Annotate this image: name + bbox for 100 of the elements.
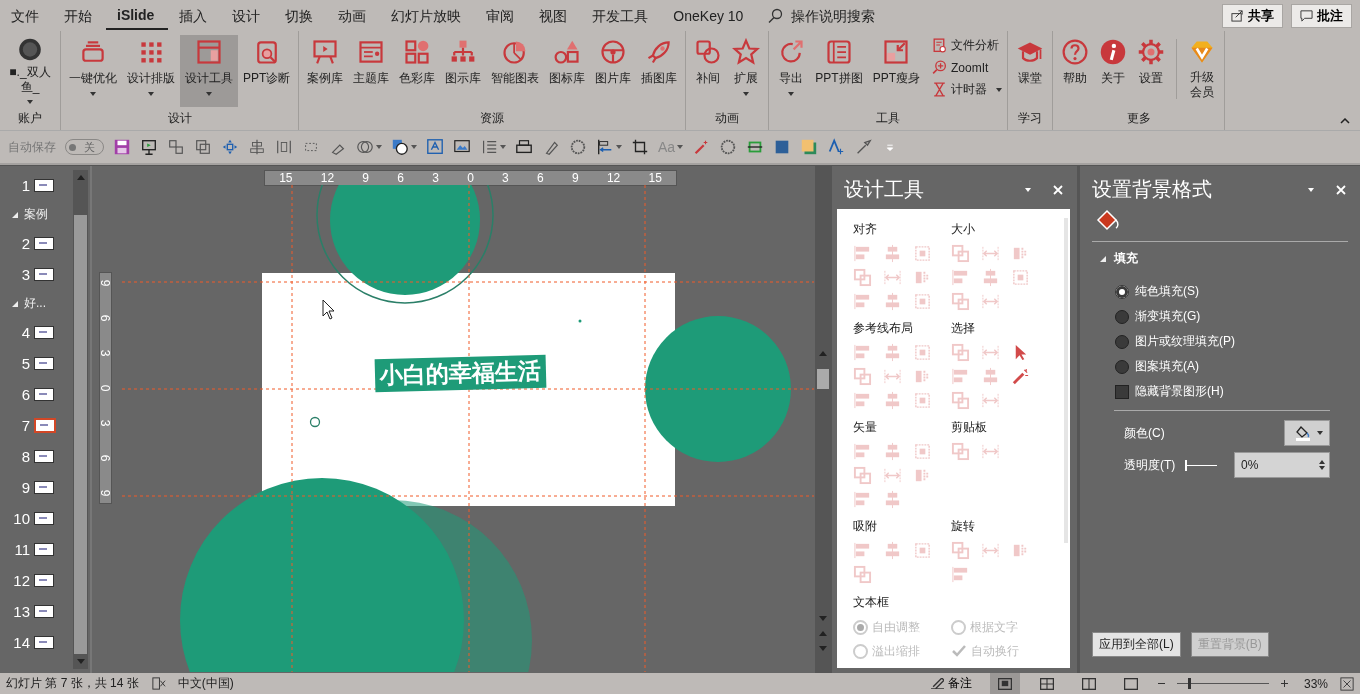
section-title[interactable]: 案例 xyxy=(24,206,48,223)
slide-thumbnail[interactable] xyxy=(34,357,54,370)
panel-menu-caret-icon[interactable] xyxy=(1308,187,1314,192)
slide-thumbnail[interactable] xyxy=(34,450,54,463)
share-button[interactable]: 共享 xyxy=(1222,3,1283,28)
notes-button[interactable]: 备注 xyxy=(924,674,978,693)
slide-thumbnail[interactable] xyxy=(34,237,54,250)
ungroup-icon[interactable] xyxy=(194,138,212,156)
ribbon-button[interactable]: PPT拼图 xyxy=(810,35,868,107)
scrollbar[interactable] xyxy=(815,166,831,673)
ribbon-button[interactable]: 导出 xyxy=(772,35,811,107)
menu-tab[interactable]: iSlide xyxy=(106,1,169,30)
guide-line[interactable] xyxy=(121,281,814,283)
panel-menu-caret-icon[interactable] xyxy=(1025,187,1031,192)
ribbon-button[interactable]: 图示库 xyxy=(440,35,487,107)
text-box-icon[interactable] xyxy=(426,138,444,156)
group-icon[interactable] xyxy=(167,138,185,156)
ring-shape[interactable] xyxy=(316,185,494,304)
slide-thumbnail[interactable] xyxy=(34,574,54,587)
zoom-level[interactable]: 33% xyxy=(1303,676,1328,691)
expand-triangle-icon[interactable] xyxy=(1100,255,1106,262)
menu-tab[interactable]: 设计 xyxy=(221,0,275,31)
ribbon-button[interactable]: 关于 xyxy=(1094,35,1133,107)
search-field[interactable]: 操作说明搜索 xyxy=(767,6,914,25)
menu-tab[interactable]: 切换 xyxy=(274,0,328,31)
shape-fill-icon[interactable] xyxy=(391,138,409,156)
align-left-icon[interactable] xyxy=(596,138,614,156)
ribbon-button[interactable]: 色彩库 xyxy=(394,35,441,107)
ribbon-button[interactable]: 计时器 xyxy=(929,79,1005,100)
menu-tab[interactable]: 审阅 xyxy=(475,0,529,31)
line-spacing-icon[interactable] xyxy=(480,138,498,156)
caret-icon[interactable] xyxy=(411,145,417,149)
ribbon-button[interactable]: 补间 xyxy=(689,35,728,107)
slide-thumbnail[interactable] xyxy=(34,512,54,525)
guide-line[interactable] xyxy=(644,185,646,672)
guide-line[interactable] xyxy=(468,185,470,672)
menu-tab[interactable]: 动画 xyxy=(327,0,381,31)
guide-line[interactable] xyxy=(121,495,814,497)
slide-thumbnail[interactable] xyxy=(34,388,54,401)
checkbox[interactable] xyxy=(1115,384,1129,399)
percent-field[interactable]: 0% xyxy=(1234,452,1330,478)
ribbon-button[interactable]: 课堂 xyxy=(1011,35,1050,107)
eyedropper-icon[interactable] xyxy=(854,138,873,156)
ribbon-button[interactable]: ■._双人鱼_ xyxy=(3,35,57,107)
section-title[interactable]: 填充 xyxy=(1114,250,1138,267)
panel-button[interactable]: 应用到全部(L) xyxy=(1092,632,1181,657)
ribbon-button[interactable]: PPT诊断 xyxy=(238,35,296,107)
printer-icon[interactable] xyxy=(515,138,533,156)
presentation-icon[interactable] xyxy=(140,138,158,156)
slide-thumbnail[interactable] xyxy=(34,326,54,339)
scrollbar[interactable] xyxy=(73,170,88,669)
caret-icon[interactable] xyxy=(376,145,382,149)
menu-tab[interactable]: OneKey 10 xyxy=(662,0,758,31)
font-color-icon[interactable] xyxy=(827,138,846,156)
ribbon-button[interactable]: 图标库 xyxy=(544,35,591,107)
shadow-square-icon[interactable] xyxy=(800,138,819,156)
view-button[interactable] xyxy=(989,673,1020,694)
ribbon-button[interactable]: 文件分析 xyxy=(929,35,1005,56)
circle-shape[interactable] xyxy=(645,316,791,462)
caret-icon[interactable] xyxy=(616,145,622,149)
overlapping-circles-drawing[interactable] xyxy=(180,478,532,672)
menu-tab[interactable]: 插入 xyxy=(168,0,222,31)
slide-thumbnail[interactable] xyxy=(34,481,54,494)
caret-icon[interactable] xyxy=(500,145,506,149)
dot-shape[interactable] xyxy=(578,319,582,323)
language-label[interactable]: 中文(中国) xyxy=(177,675,234,692)
ribbon-button[interactable]: 设置 xyxy=(1132,35,1171,107)
radio-button[interactable] xyxy=(1115,359,1129,374)
close-icon[interactable] xyxy=(1053,184,1063,195)
crop-icon[interactable] xyxy=(631,138,649,156)
guide-line[interactable] xyxy=(291,185,293,672)
ring-icon[interactable] xyxy=(719,138,738,156)
close-icon[interactable] xyxy=(1336,184,1346,195)
radio-button[interactable] xyxy=(1115,284,1129,299)
ribbon-button[interactable]: PPT瘦身 xyxy=(867,35,926,107)
save-icon[interactable] xyxy=(113,138,131,156)
ribbon-button[interactable]: 主题库 xyxy=(348,35,395,107)
ribbon-button[interactable]: 智能图表 xyxy=(486,35,545,107)
fit-to-window-icon[interactable] xyxy=(1340,676,1354,691)
ribbon-button[interactable]: 案例库 xyxy=(302,35,349,107)
align-center-icon[interactable] xyxy=(248,138,266,156)
expand-triangle-icon[interactable] xyxy=(12,300,18,307)
spell-check-icon[interactable] xyxy=(150,676,166,691)
distribute-icon[interactable] xyxy=(275,138,293,156)
menu-tab[interactable]: 视图 xyxy=(528,0,582,31)
ribbon-button[interactable]: 插图库 xyxy=(636,35,683,107)
slide-thumbnail[interactable] xyxy=(34,636,54,649)
expand-triangle-icon[interactable] xyxy=(12,211,18,218)
ribbon-button[interactable]: 图片库 xyxy=(590,35,637,107)
menu-tab[interactable]: 开始 xyxy=(53,0,106,31)
slide-thumbnail[interactable] xyxy=(34,268,54,281)
section-title[interactable]: 好... xyxy=(24,295,46,312)
paint-bucket-icon[interactable] xyxy=(1096,209,1120,233)
ribbon-button[interactable]: 帮助 xyxy=(1056,35,1095,107)
slide-thumbnail[interactable] xyxy=(34,418,56,433)
collapse-ribbon-icon[interactable] xyxy=(1340,118,1350,124)
ribbon-button[interactable]: 设计排版 xyxy=(122,35,180,107)
ribbon-button[interactable]: 一键优化 xyxy=(64,35,122,107)
slide-thumbnail[interactable] xyxy=(34,605,54,618)
zoom-slider-handle[interactable] xyxy=(1188,678,1191,689)
